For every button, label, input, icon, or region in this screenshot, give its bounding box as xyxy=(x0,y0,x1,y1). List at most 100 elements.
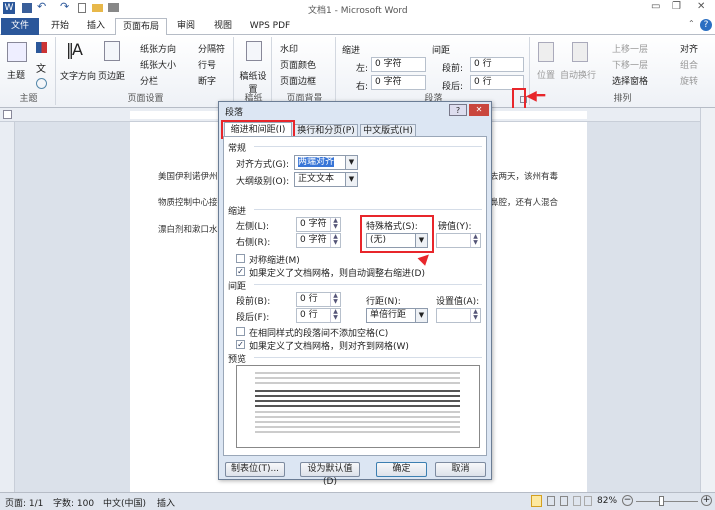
orientation-button[interactable]: 纸张方向 xyxy=(140,42,176,55)
status-words[interactable]: 字数: 100 xyxy=(53,496,94,509)
spinner-icon[interactable]: ▲ ▼ xyxy=(330,293,340,306)
ok-button[interactable]: 确定 xyxy=(376,462,427,477)
indent-left-input[interactable]: 0 字符 xyxy=(371,57,426,72)
at-label: 设置值(A): xyxy=(436,297,480,307)
zoom-out-button[interactable]: − xyxy=(622,495,633,506)
spinner-icon[interactable]: ▲ ▼ xyxy=(470,234,480,247)
tabs-button[interactable]: 制表位(T)... xyxy=(225,462,285,477)
chevron-down-icon[interactable]: ▼ xyxy=(345,156,357,169)
group-button[interactable]: 组合 xyxy=(680,58,698,71)
ruler-toggle-icon[interactable] xyxy=(3,110,12,119)
text-direction-icon[interactable]: ‖A xyxy=(66,40,83,59)
redo-icon[interactable]: ↷ xyxy=(60,0,69,13)
help-icon[interactable]: ? xyxy=(700,19,712,31)
draft-view-icon[interactable] xyxy=(584,496,592,506)
print-layout-icon[interactable] xyxy=(531,495,542,507)
margins-button[interactable]: 页边距 xyxy=(98,69,125,82)
restore-button[interactable]: ❐ xyxy=(672,1,681,12)
spinner-icon[interactable]: ▲ ▼ xyxy=(330,234,340,247)
minimize-button[interactable]: ▭ xyxy=(651,1,660,12)
tab-home[interactable]: 开始 xyxy=(42,18,78,35)
cancel-button[interactable]: 取消 xyxy=(435,462,486,477)
margins-icon[interactable] xyxy=(104,41,120,61)
line-spacing-select[interactable]: 单倍行距 ▼ xyxy=(366,308,428,323)
at-input[interactable]: ▲ ▼ xyxy=(436,308,481,323)
dialog-help-button[interactable]: ? xyxy=(449,104,467,116)
chevron-down-icon[interactable]: ▼ xyxy=(345,173,357,186)
spinner-icon[interactable]: ▲ ▼ xyxy=(330,309,340,322)
line-spacing-label: 行距(N): xyxy=(366,297,401,307)
selection-pane-button[interactable]: 选择窗格 xyxy=(612,74,648,87)
manuscript-icon[interactable] xyxy=(246,41,262,61)
spinner-icon[interactable]: ▲ ▼ xyxy=(330,218,340,231)
wrap-text-button[interactable]: 自动换行 xyxy=(560,68,596,81)
open-icon[interactable] xyxy=(92,4,103,12)
columns-button[interactable]: 分栏 xyxy=(140,74,158,87)
no-space-checkbox[interactable] xyxy=(236,327,245,336)
title-bar: W ↶ ↷ 文档1 - Microsoft Word ▭ ❐ ✕ xyxy=(0,0,715,17)
send-backward-button[interactable]: 下移一层 xyxy=(612,58,648,71)
indent-right-input[interactable]: 0 字符 xyxy=(371,75,426,90)
after-input[interactable]: 0 行 ▲ ▼ xyxy=(296,308,341,323)
mirror-indent-checkbox[interactable] xyxy=(236,254,245,263)
hyphenation-button[interactable]: 断字 xyxy=(198,74,216,87)
line-numbers-button[interactable]: 行号 xyxy=(198,58,216,71)
theme-icon[interactable] xyxy=(7,42,27,62)
wrap-icon[interactable] xyxy=(572,42,588,62)
tab-wps-pdf[interactable]: WPS PDF xyxy=(242,18,298,35)
rotate-button[interactable]: 旋转 xyxy=(680,74,698,87)
tab-view[interactable]: 视图 xyxy=(205,18,241,35)
save-icon[interactable] xyxy=(22,3,32,13)
position-icon[interactable] xyxy=(538,42,554,62)
tab-insert[interactable]: 插入 xyxy=(78,18,114,35)
indent-left-label: 左: xyxy=(356,64,369,74)
tab-review[interactable]: 审阅 xyxy=(168,18,204,35)
breaks-button[interactable]: 分隔符 xyxy=(198,42,225,55)
spacing-before-input[interactable]: 0 行 xyxy=(470,57,524,72)
spinner-icon[interactable]: ▲ ▼ xyxy=(470,309,480,322)
status-page[interactable]: 页面: 1/1 xyxy=(5,496,43,509)
web-layout-icon[interactable] xyxy=(560,496,568,506)
collapse-ribbon-icon[interactable]: ⌃ xyxy=(688,19,695,28)
tab-file[interactable]: 文件 xyxy=(1,18,39,35)
zoom-in-button[interactable]: + xyxy=(701,495,712,506)
theme-button[interactable]: 主题 xyxy=(7,68,25,81)
status-mode[interactable]: 插入 xyxy=(157,496,175,509)
align-select[interactable]: 两端对齐 ▼ xyxy=(294,155,358,170)
page-color-button[interactable]: 页面颜色 xyxy=(280,58,316,71)
by-input[interactable]: ▲ ▼ xyxy=(436,233,481,248)
set-default-button[interactable]: 设为默认值(D) xyxy=(300,462,360,487)
bring-forward-button[interactable]: 上移一层 xyxy=(612,42,648,55)
colors-icon[interactable] xyxy=(36,42,47,53)
auto-adjust-checkbox[interactable]: ✓ xyxy=(236,267,245,276)
zoom-level[interactable]: 82% xyxy=(597,496,617,506)
print-icon[interactable] xyxy=(108,3,119,12)
indent-right-input[interactable]: 0 字符 ▲ ▼ xyxy=(296,233,341,248)
zoom-slider[interactable] xyxy=(636,501,698,502)
watermark-button[interactable]: 水印 xyxy=(280,42,298,55)
outline-select[interactable]: 正文文本 ▼ xyxy=(294,172,358,187)
undo-icon[interactable]: ↶ xyxy=(37,0,46,13)
vertical-scrollbar[interactable] xyxy=(700,108,715,492)
effects-icon[interactable] xyxy=(36,78,47,89)
align-button[interactable]: 对齐 xyxy=(680,42,698,55)
text-direction-button[interactable]: 文字方向 xyxy=(60,69,96,82)
page-border-button[interactable]: 页面边框 xyxy=(280,74,316,87)
position-button[interactable]: 位置 xyxy=(537,68,555,81)
snap-grid-checkbox[interactable]: ✓ xyxy=(236,340,245,349)
dialog-close-button[interactable]: ✕ xyxy=(469,104,489,116)
reading-view-icon[interactable] xyxy=(547,496,555,506)
before-input[interactable]: 0 行 ▲ ▼ xyxy=(296,292,341,307)
vertical-ruler[interactable] xyxy=(0,122,15,492)
chevron-down-icon[interactable]: ▼ xyxy=(415,309,427,322)
no-space-label: 在相同样式的段落间不添加空格(C) xyxy=(249,329,389,339)
indent-left-input[interactable]: 0 字符 ▲ ▼ xyxy=(296,217,341,232)
tab-page-layout[interactable]: 页面布局 xyxy=(115,18,167,36)
outline-view-icon[interactable] xyxy=(573,496,581,506)
size-button[interactable]: 纸张大小 xyxy=(140,58,176,71)
new-doc-icon[interactable] xyxy=(78,3,86,13)
status-language[interactable]: 中文(中国) xyxy=(103,496,146,509)
zoom-slider-thumb[interactable] xyxy=(659,496,664,506)
fonts-icon[interactable]: 文 xyxy=(36,60,46,75)
close-button[interactable]: ✕ xyxy=(697,1,705,12)
